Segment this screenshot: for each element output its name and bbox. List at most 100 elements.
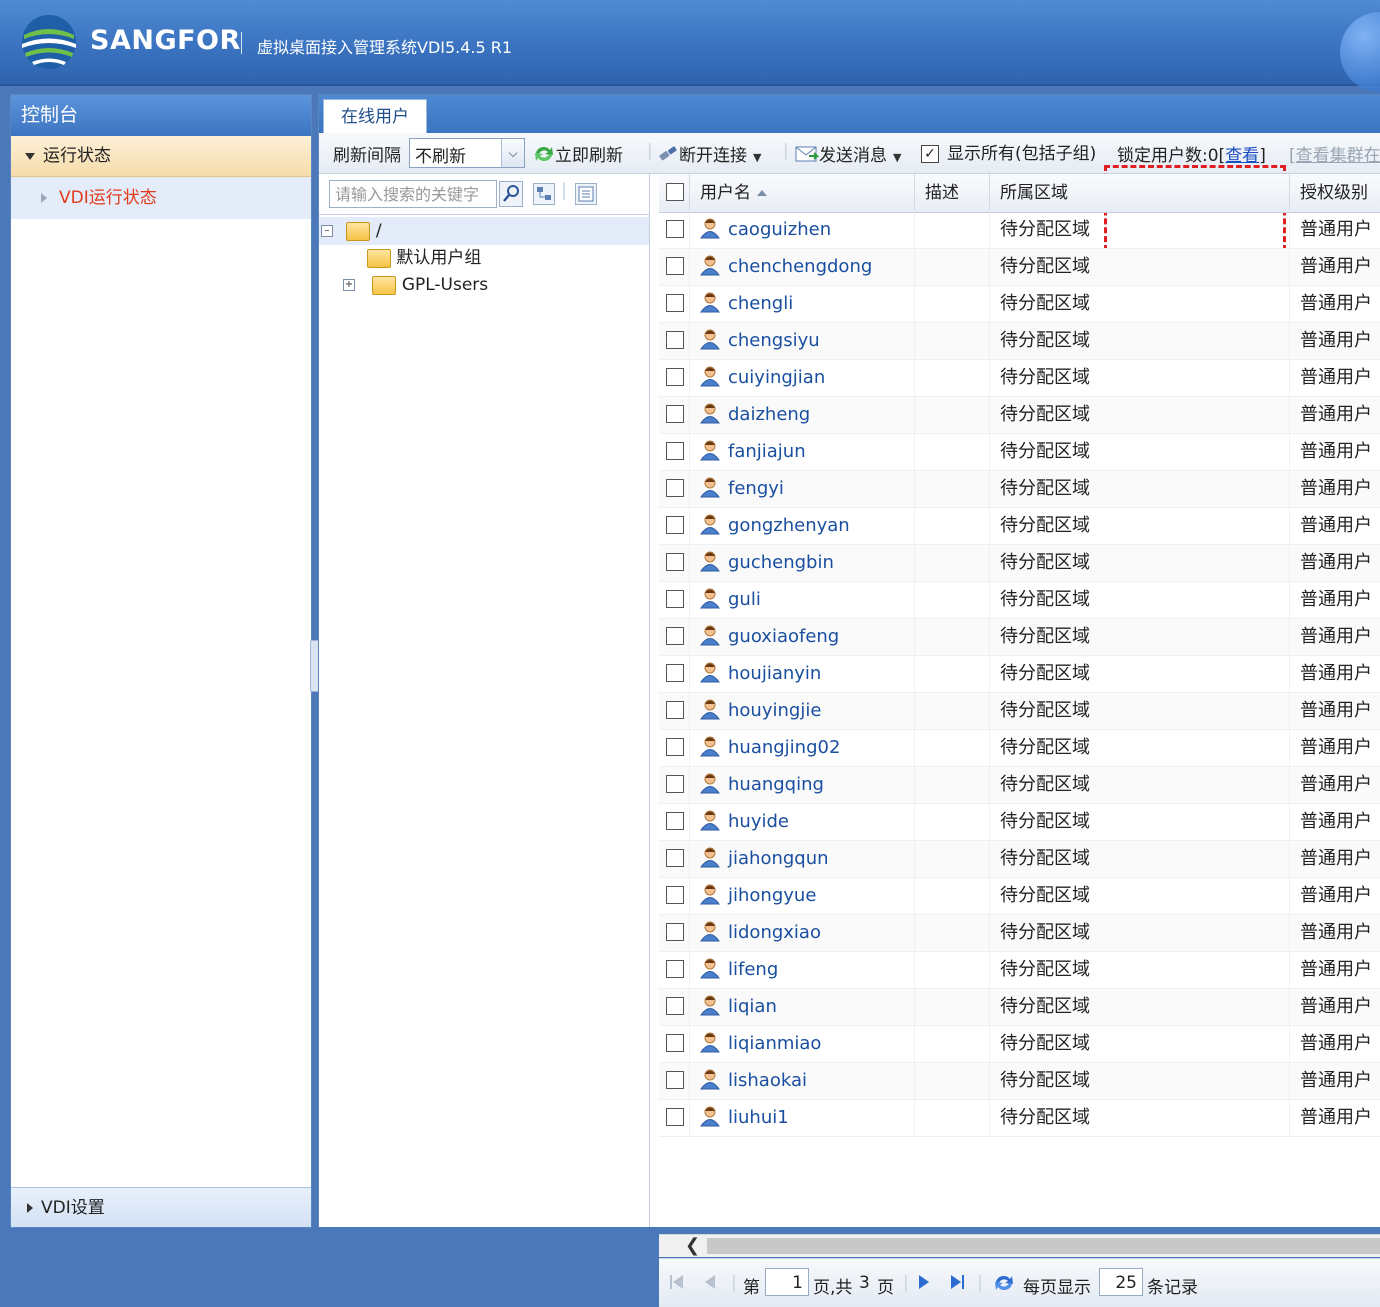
- table-row[interactable]: fengyi 待分配区域 普通用户: [659, 471, 1380, 508]
- table-row[interactable]: chengsiyu 待分配区域 普通用户: [659, 323, 1380, 360]
- table-row[interactable]: cuiyingjian 待分配区域 普通用户: [659, 360, 1380, 397]
- cell-username[interactable]: guchengbin: [690, 545, 915, 581]
- table-row[interactable]: jihongyue 待分配区域 普通用户: [659, 878, 1380, 915]
- table-row[interactable]: houjianyin 待分配区域 普通用户: [659, 656, 1380, 693]
- table-row[interactable]: chenchengdong 待分配区域 普通用户: [659, 249, 1380, 286]
- cell-username[interactable]: houjianyin: [690, 656, 915, 692]
- per-page-input[interactable]: 25: [1099, 1268, 1143, 1296]
- view-locked-users-link[interactable]: 查看: [1225, 146, 1259, 166]
- view-cluster-link[interactable]: 查看集群在: [1296, 146, 1380, 166]
- row-checkbox[interactable]: [666, 812, 684, 830]
- row-checkbox[interactable]: [666, 590, 684, 608]
- tree-node-gpl-users[interactable]: + GPL-Users: [343, 272, 488, 298]
- cell-username[interactable]: cuiyingjian: [690, 360, 915, 396]
- expand-node-icon[interactable]: +: [343, 279, 355, 291]
- cell-username[interactable]: houyingjie: [690, 693, 915, 729]
- checkbox-checked-icon[interactable]: ✓: [921, 145, 939, 163]
- scrollbar-thumb[interactable]: [707, 1238, 1380, 1254]
- collapse-node-icon[interactable]: –: [321, 225, 333, 237]
- cell-username[interactable]: lidongxiao: [690, 915, 915, 951]
- tree-node-root[interactable]: – /: [321, 218, 382, 244]
- table-row[interactable]: huangqing 待分配区域 普通用户: [659, 767, 1380, 804]
- expand-tree-icon[interactable]: [533, 183, 555, 205]
- row-checkbox[interactable]: [666, 405, 684, 423]
- last-page-icon[interactable]: [949, 1273, 965, 1296]
- column-header-description[interactable]: 描述: [915, 174, 990, 212]
- cell-username[interactable]: huyide: [690, 804, 915, 840]
- row-checkbox[interactable]: [666, 294, 684, 312]
- table-row[interactable]: lifeng 待分配区域 普通用户: [659, 952, 1380, 989]
- table-row[interactable]: guoxiaofeng 待分配区域 普通用户: [659, 619, 1380, 656]
- refresh-now-button[interactable]: 立即刷新: [533, 141, 623, 166]
- column-header-auth-level[interactable]: 授权级别: [1290, 174, 1380, 212]
- table-row[interactable]: fanjiajun 待分配区域 普通用户: [659, 434, 1380, 471]
- collapse-tree-icon[interactable]: [575, 183, 597, 205]
- search-icon[interactable]: [499, 181, 523, 207]
- row-checkbox[interactable]: [666, 1034, 684, 1052]
- table-row[interactable]: lidongxiao 待分配区域 普通用户: [659, 915, 1380, 952]
- table-row[interactable]: gongzhenyan 待分配区域 普通用户: [659, 508, 1380, 545]
- horizontal-scrollbar[interactable]: ❮: [659, 1234, 1380, 1257]
- row-checkbox[interactable]: [666, 331, 684, 349]
- cell-username[interactable]: caoguizhen: [690, 212, 915, 248]
- cell-username[interactable]: jihongyue: [690, 878, 915, 914]
- row-checkbox[interactable]: [666, 442, 684, 460]
- row-checkbox[interactable]: [666, 997, 684, 1015]
- cell-username[interactable]: lifeng: [690, 952, 915, 988]
- next-page-icon[interactable]: [917, 1273, 931, 1296]
- row-checkbox[interactable]: [666, 1108, 684, 1126]
- cell-username[interactable]: chenchengdong: [690, 249, 915, 285]
- show-all-checkbox[interactable]: ✓: [921, 141, 939, 163]
- row-checkbox[interactable]: [666, 886, 684, 904]
- cell-username[interactable]: lishaokai: [690, 1063, 915, 1099]
- cell-username[interactable]: liqian: [690, 989, 915, 1025]
- cell-username[interactable]: huangqing: [690, 767, 915, 803]
- refresh-page-icon[interactable]: [993, 1273, 1015, 1298]
- scroll-left-icon[interactable]: ❮: [685, 1235, 700, 1257]
- row-checkbox[interactable]: [666, 368, 684, 386]
- table-row[interactable]: huangjing02 待分配区域 普通用户: [659, 730, 1380, 767]
- table-row[interactable]: liqianmiao 待分配区域 普通用户: [659, 1026, 1380, 1063]
- row-checkbox[interactable]: [666, 923, 684, 941]
- chevron-down-icon[interactable]: ⌵: [501, 139, 524, 167]
- nav-item-vdi-run-status[interactable]: VDI运行状态: [11, 177, 311, 219]
- cell-username[interactable]: liuhui1: [690, 1100, 915, 1136]
- table-row[interactable]: jiahongqun 待分配区域 普通用户: [659, 841, 1380, 878]
- row-checkbox[interactable]: [666, 257, 684, 275]
- cell-username[interactable]: daizheng: [690, 397, 915, 433]
- cell-username[interactable]: chengli: [690, 286, 915, 322]
- table-row[interactable]: huyide 待分配区域 普通用户: [659, 804, 1380, 841]
- table-row[interactable]: lishaokai 待分配区域 普通用户: [659, 1063, 1380, 1100]
- cell-username[interactable]: gongzhenyan: [690, 508, 915, 544]
- row-checkbox[interactable]: [666, 220, 684, 238]
- table-row[interactable]: guli 待分配区域 普通用户: [659, 582, 1380, 619]
- tab-online-users[interactable]: 在线用户: [323, 99, 427, 134]
- page-number-input[interactable]: 1: [765, 1268, 809, 1296]
- nav-section-run-status[interactable]: 运行状态: [11, 136, 311, 177]
- tree-node-default-group[interactable]: 默认用户组: [367, 245, 481, 271]
- previous-page-icon[interactable]: [703, 1273, 717, 1296]
- row-checkbox[interactable]: [666, 1071, 684, 1089]
- cell-username[interactable]: guoxiaofeng: [690, 619, 915, 655]
- table-row[interactable]: caoguizhen 待分配区域 普通用户: [659, 212, 1380, 249]
- cell-username[interactable]: huangjing02: [690, 730, 915, 766]
- cell-username[interactable]: fengyi: [690, 471, 915, 507]
- row-checkbox[interactable]: [666, 701, 684, 719]
- select-all-checkbox[interactable]: [666, 183, 684, 201]
- cell-username[interactable]: liqianmiao: [690, 1026, 915, 1062]
- cell-username[interactable]: chengsiyu: [690, 323, 915, 359]
- row-checkbox[interactable]: [666, 479, 684, 497]
- row-checkbox[interactable]: [666, 849, 684, 867]
- table-row[interactable]: daizheng 待分配区域 普通用户: [659, 397, 1380, 434]
- table-row[interactable]: liqian 待分配区域 普通用户: [659, 989, 1380, 1026]
- row-checkbox[interactable]: [666, 627, 684, 645]
- column-header-region[interactable]: 所属区域: [990, 174, 1290, 212]
- row-checkbox[interactable]: [666, 738, 684, 756]
- cell-username[interactable]: guli: [690, 582, 915, 618]
- tree-search-input[interactable]: 请输入搜索的关键字: [329, 180, 497, 208]
- refresh-interval-select[interactable]: 不刷新 ⌵: [409, 138, 525, 168]
- row-checkbox[interactable]: [666, 516, 684, 534]
- row-checkbox[interactable]: [666, 775, 684, 793]
- row-checkbox[interactable]: [666, 664, 684, 682]
- table-row[interactable]: houyingjie 待分配区域 普通用户: [659, 693, 1380, 730]
